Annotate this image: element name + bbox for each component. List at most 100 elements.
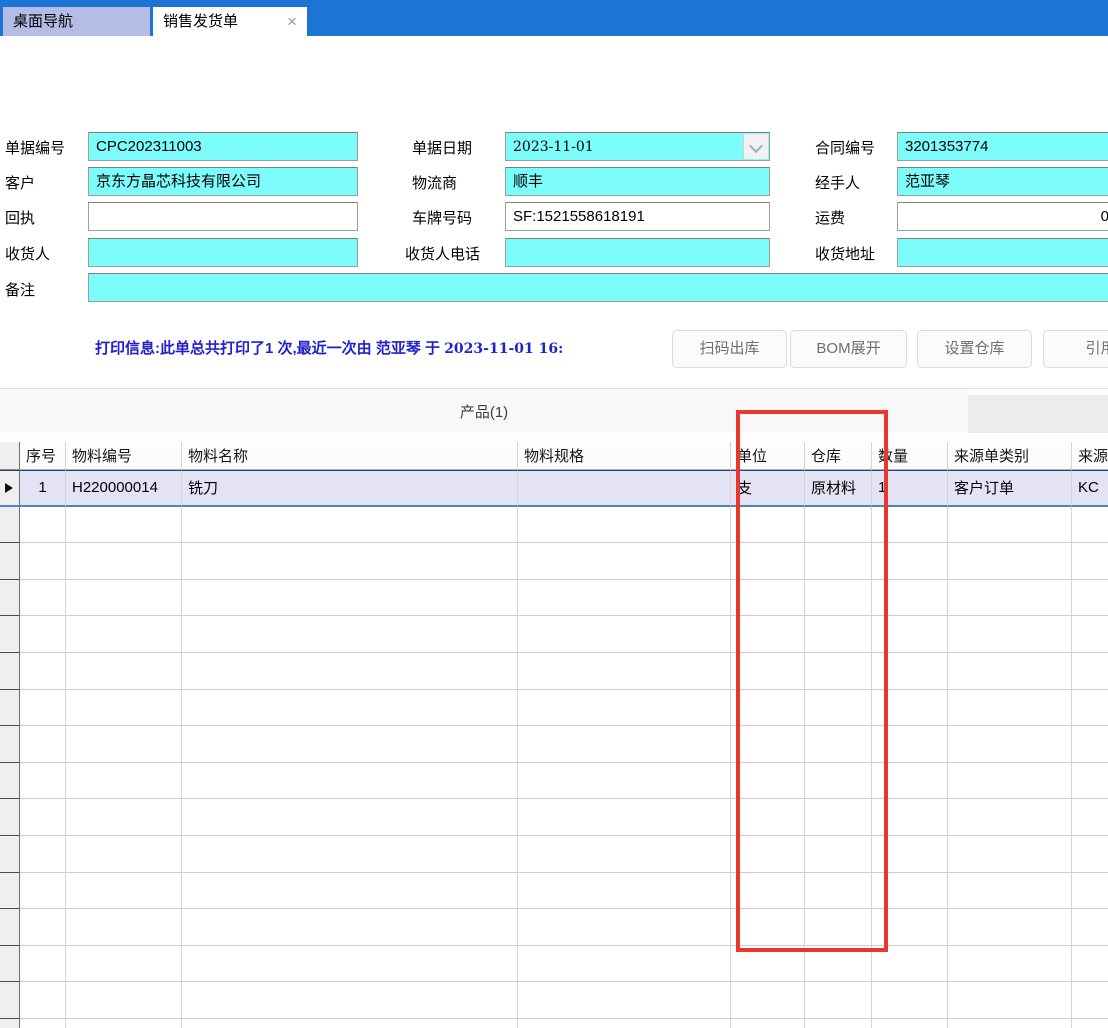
grid-cell[interactable]	[1072, 543, 1108, 580]
table-row-empty[interactable]	[0, 653, 1108, 690]
grid-cell[interactable]	[20, 580, 66, 617]
grid-cell[interactable]	[1072, 946, 1108, 983]
tab-desktop-nav[interactable]: 桌面导航	[3, 7, 150, 36]
grid-header-5[interactable]: 仓库	[805, 442, 872, 470]
table-row-empty[interactable]	[0, 1019, 1108, 1028]
grid-cell[interactable]	[66, 1019, 182, 1028]
set-warehouse-button[interactable]: 设置仓库	[917, 330, 1032, 368]
table-row-empty[interactable]	[0, 799, 1108, 836]
grid-cell[interactable]	[731, 543, 805, 580]
grid-cell[interactable]	[948, 799, 1072, 836]
grid-cell[interactable]	[20, 616, 66, 653]
grid-cell[interactable]	[182, 726, 518, 763]
grid-cell[interactable]	[731, 653, 805, 690]
grid-cell[interactable]	[518, 690, 731, 727]
grid-cell[interactable]	[1072, 616, 1108, 653]
grid-cell[interactable]	[872, 507, 948, 544]
row-indicator[interactable]	[0, 982, 20, 1019]
grid-cell[interactable]	[805, 982, 872, 1019]
row-indicator[interactable]	[0, 470, 20, 507]
grid-header-2[interactable]: 物料名称	[182, 442, 518, 470]
row-indicator[interactable]	[0, 507, 20, 544]
grid-cell[interactable]	[948, 763, 1072, 800]
grid-cell[interactable]	[948, 1019, 1072, 1028]
grid-cell[interactable]	[182, 616, 518, 653]
grid-cell[interactable]	[518, 982, 731, 1019]
grid-cell[interactable]	[805, 763, 872, 800]
grid-cell[interactable]	[872, 1019, 948, 1028]
grid-cell[interactable]	[805, 726, 872, 763]
grid-cell[interactable]	[518, 507, 731, 544]
plate-no-field[interactable]: SF:1521558618191	[505, 202, 770, 231]
doc-date-dropdown-button[interactable]	[743, 134, 768, 159]
grid-cell[interactable]	[182, 982, 518, 1019]
grid-cell[interactable]	[20, 507, 66, 544]
grid-cell[interactable]: H220000014	[66, 470, 182, 507]
row-indicator[interactable]	[0, 690, 20, 727]
grid-cell[interactable]	[805, 909, 872, 946]
grid-cell[interactable]	[948, 690, 1072, 727]
grid-cell[interactable]	[948, 873, 1072, 910]
grid-cell[interactable]	[518, 1019, 731, 1028]
grid-cell[interactable]	[66, 799, 182, 836]
grid-cell[interactable]	[518, 543, 731, 580]
grid-cell[interactable]	[20, 653, 66, 690]
grid-cell[interactable]	[518, 653, 731, 690]
grid-cell[interactable]	[182, 763, 518, 800]
grid-header-1[interactable]: 物料编号	[66, 442, 182, 470]
row-indicator[interactable]	[0, 616, 20, 653]
row-indicator[interactable]	[0, 946, 20, 983]
grid-cell[interactable]	[518, 909, 731, 946]
grid-cell[interactable]	[182, 946, 518, 983]
grid-cell[interactable]: KC	[1072, 470, 1108, 507]
grid-cell[interactable]	[805, 507, 872, 544]
grid-cell[interactable]	[731, 690, 805, 727]
grid-cell[interactable]	[948, 726, 1072, 763]
grid-header-0[interactable]: 序号	[20, 442, 66, 470]
grid-cell[interactable]	[182, 580, 518, 617]
grid-cell[interactable]	[518, 580, 731, 617]
consignee-phone-field[interactable]	[505, 238, 770, 267]
row-indicator[interactable]	[0, 653, 20, 690]
grid-cell[interactable]	[948, 982, 1072, 1019]
grid-cell[interactable]	[872, 580, 948, 617]
grid-cell[interactable]	[872, 543, 948, 580]
tab-sales-delivery[interactable]: 销售发货单 ×	[153, 7, 307, 36]
logistics-field[interactable]: 顺丰	[505, 167, 770, 196]
grid-cell[interactable]	[1072, 873, 1108, 910]
grid-cell[interactable]	[20, 726, 66, 763]
consignee-field[interactable]	[88, 238, 358, 267]
grid-cell[interactable]	[182, 799, 518, 836]
grid-cell[interactable]	[66, 690, 182, 727]
grid-cell[interactable]	[805, 1019, 872, 1028]
contract-no-field[interactable]: 3201353774	[897, 132, 1108, 161]
grid-cell[interactable]	[20, 873, 66, 910]
grid-cell[interactable]	[731, 909, 805, 946]
grid-cell[interactable]	[182, 909, 518, 946]
grid-cell[interactable]	[948, 507, 1072, 544]
grid-cell[interactable]	[948, 946, 1072, 983]
grid-cell[interactable]	[20, 946, 66, 983]
grid-cell[interactable]	[1072, 836, 1108, 873]
grid-cell[interactable]	[66, 580, 182, 617]
row-indicator[interactable]	[0, 799, 20, 836]
table-row-empty[interactable]	[0, 763, 1108, 800]
grid-cell[interactable]	[182, 507, 518, 544]
grid-cell[interactable]	[66, 836, 182, 873]
grid-cell[interactable]	[1072, 909, 1108, 946]
bom-expand-button[interactable]: BOM展开	[790, 330, 907, 368]
grid-cell[interactable]	[731, 982, 805, 1019]
grid-cell[interactable]	[872, 726, 948, 763]
grid-cell[interactable]	[805, 690, 872, 727]
grid-cell[interactable]	[66, 726, 182, 763]
doc-date-field[interactable]: 2023-11-01	[505, 132, 770, 161]
grid-cell[interactable]	[20, 763, 66, 800]
grid-cell[interactable]	[872, 873, 948, 910]
table-row-empty[interactable]	[0, 873, 1108, 910]
quote-button[interactable]: 引用	[1043, 330, 1108, 368]
grid-cell[interactable]	[731, 836, 805, 873]
grid-header-4[interactable]: 单位	[731, 442, 805, 470]
row-indicator[interactable]	[0, 1019, 20, 1028]
grid-cell[interactable]	[731, 1019, 805, 1028]
grid-cell[interactable]	[1072, 799, 1108, 836]
